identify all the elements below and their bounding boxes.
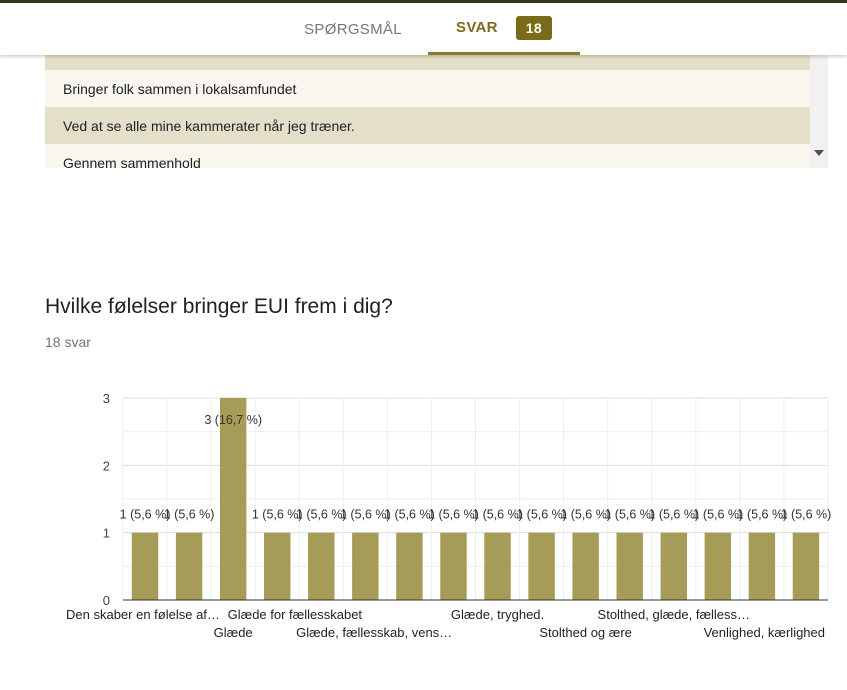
y-tick-label: 3 [103,391,110,406]
list-item: Gennem sammenhold [45,144,810,168]
bar [748,532,776,600]
answers-count-badge: 18 [515,15,552,40]
bar [264,532,291,600]
x-tick-label: Glæde, fællesskab, vens… [296,625,452,640]
y-tick-label: 0 [103,593,110,608]
list-item: Ved at se alle mine kammerater når jeg t… [45,107,810,144]
tab-answers[interactable]: SVAR 18 [428,3,580,55]
bar-data-label: 1 (5,6 %) [781,508,832,522]
scroll-down-arrow-icon[interactable] [814,150,824,156]
bar [175,532,203,600]
x-tick-label: Glæde, tryghed. [451,607,544,622]
bar [131,532,159,600]
x-tick-label: Glæde for fællesskabet [228,607,363,622]
x-tick-label: Stolthed og ære [539,625,632,640]
x-tick-label: Glæde [214,625,253,640]
bar-chart: 01231 (5,6 %)1 (5,6 %)3 (16,7 %)1 (5,6 %… [66,391,832,640]
bar-data-label: 1 (5,6 %) [164,508,215,522]
bar [572,532,599,600]
response-text: Ved at se alle mine kammerater når jeg t… [63,117,355,134]
bar [219,398,247,600]
tab-questions[interactable]: SPØRGSMÅL [278,3,428,55]
y-tick-label: 1 [103,526,110,541]
bar [528,532,555,600]
list-item: Bringer folk sammen i lokalsamfundet [45,70,810,107]
bar [352,532,379,600]
bar [484,532,511,600]
response-text: Bringer folk sammen i lokalsamfundet [63,80,297,97]
bar [792,532,820,600]
bar [440,532,467,600]
tab-answers-label: SVAR [456,19,498,36]
bar [704,532,732,600]
bar-data-label: 3 (16,7 %) [204,413,262,427]
x-tick-label: Stolthed, glæde, fælless… [598,607,750,622]
y-tick-label: 2 [103,458,110,473]
tab-questions-label: SPØRGSMÅL [304,20,402,38]
bar [396,532,423,600]
bar [308,532,335,600]
question-title: Hvilke følelser bringer EUI frem i dig? [45,295,393,318]
bar [660,532,687,600]
x-tick-label: Den skaber en følelse af… [66,607,220,622]
bar [616,532,643,600]
tab-header: SPØRGSMÅL SVAR 18 [0,3,847,55]
x-tick-label: Venlighed, kærlighed [704,625,825,640]
response-count: 18 svar [45,334,91,350]
response-text: Gennem sammenhold [63,154,201,169]
